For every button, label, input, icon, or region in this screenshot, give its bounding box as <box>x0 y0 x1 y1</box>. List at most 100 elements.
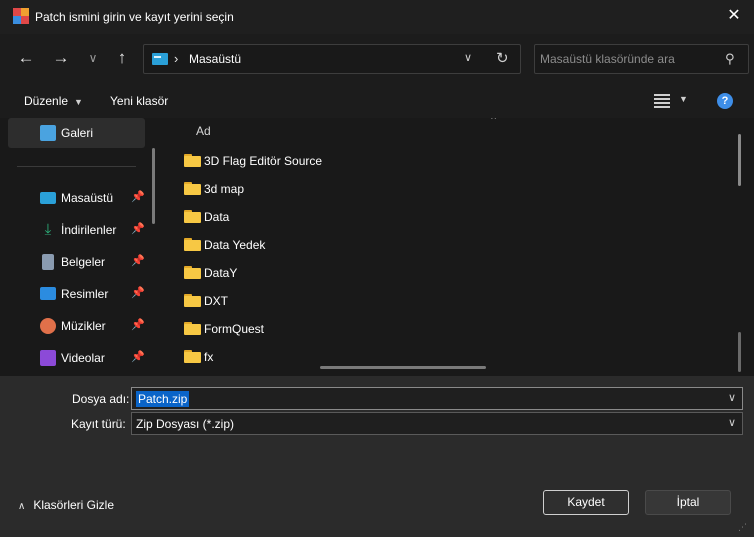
window-title: Patch ismini girin ve kayıt yerini seçin <box>35 10 234 24</box>
sidebar-item-label: Resimler <box>61 287 109 301</box>
sort-ascending-icon: ⌃ <box>489 118 499 127</box>
sidebar-scrollbar[interactable] <box>152 148 155 224</box>
save-form: Dosya adı: Patch.zip ∨ Kayıt türü: Zip D… <box>0 376 754 537</box>
breadcrumb-separator: › <box>174 51 179 66</box>
file-name: 3d map <box>204 182 245 196</box>
hide-folders-button[interactable]: ∧ Klasörleri Gizle <box>18 498 114 512</box>
save-button[interactable]: Kaydet <box>543 490 629 515</box>
list-item[interactable]: DXT <box>184 288 484 314</box>
hide-folders-label: Klasörleri Gizle <box>33 498 115 512</box>
gallery-icon <box>40 125 56 141</box>
organize-label: Düzenle <box>24 94 69 108</box>
sidebar-item-music[interactable]: Müzikler 📌 <box>8 311 145 341</box>
pin-icon[interactable]: 📌 <box>131 222 145 235</box>
pictures-icon <box>40 287 56 300</box>
filename-field[interactable]: Patch.zip ∨ <box>131 387 743 410</box>
pin-icon[interactable]: 📌 <box>131 286 145 299</box>
sidebar-item-desktop[interactable]: Masaüstü 📌 <box>8 183 145 213</box>
folder-icon <box>184 210 201 223</box>
file-name: DataY <box>204 266 238 280</box>
download-icon: ⤓ <box>44 221 52 238</box>
file-type-label: Kayıt türü: <box>71 417 126 431</box>
sidebar-item-downloads[interactable]: ⤓ İndirilenler 📌 <box>8 215 145 245</box>
vertical-scrollbar-track[interactable] <box>738 332 741 372</box>
sidebar-item-label: Belgeler <box>61 255 106 269</box>
up-button[interactable]: ↑ <box>110 46 134 70</box>
file-name: DXT <box>204 294 228 308</box>
recent-locations-button[interactable]: ∨ <box>81 46 105 70</box>
search-input[interactable] <box>540 51 715 67</box>
chevron-up-icon: ∧ <box>18 501 26 512</box>
folder-icon <box>184 238 201 251</box>
divider <box>17 166 136 167</box>
view-options-icon[interactable] <box>654 94 670 108</box>
desktop-icon <box>40 192 56 204</box>
filename-label: Dosya adı: <box>72 392 130 406</box>
navigation-bar: ← → ∨ ↑ › Masaüstü ∨ ↻ ⚲ <box>0 34 754 84</box>
address-bar[interactable]: › Masaüstü ∨ ↻ <box>143 44 521 74</box>
file-name: fx <box>204 350 214 364</box>
folder-icon <box>184 182 201 195</box>
documents-icon <box>42 254 54 270</box>
resize-grip-icon[interactable]: ⋰ <box>738 522 747 533</box>
folder-icon <box>184 294 201 307</box>
app-icon <box>13 8 29 24</box>
list-item[interactable]: 3D Flag Editör Source <box>184 148 484 174</box>
organize-button[interactable]: Düzenle ▼ <box>24 94 83 108</box>
sidebar-item-documents[interactable]: Belgeler 📌 <box>8 247 145 277</box>
breadcrumb-location[interactable]: Masaüstü <box>189 52 241 66</box>
list-item[interactable]: DataY <box>184 260 484 286</box>
file-type-select[interactable]: Zip Dosyası (*.zip) ∨ <box>131 412 743 435</box>
file-list: Ad ⌃ 3D Flag Editör Source 3d map Data D… <box>164 118 754 376</box>
file-name: 3D Flag Editör Source <box>204 154 323 168</box>
filename-value[interactable]: Patch.zip <box>136 391 190 407</box>
sidebar-item-videos[interactable]: Videolar 📌 <box>8 343 145 373</box>
search-box[interactable]: ⚲ <box>534 44 749 74</box>
caret-down-icon: ▼ <box>74 97 83 107</box>
list-item[interactable]: Data Yedek <box>184 232 484 258</box>
videos-icon <box>40 350 56 366</box>
sidebar-item-label: Masaüstü <box>61 191 114 205</box>
desktop-icon <box>152 53 168 65</box>
pin-icon[interactable]: 📌 <box>131 318 145 331</box>
pin-icon[interactable]: 📌 <box>131 190 145 203</box>
search-icon[interactable]: ⚲ <box>725 51 735 67</box>
pin-icon[interactable]: 📌 <box>131 350 145 363</box>
file-name: Data Yedek <box>204 238 266 252</box>
sidebar-item-gallery[interactable]: Galeri <box>8 118 145 148</box>
refresh-icon[interactable]: ↻ <box>496 49 509 67</box>
list-item[interactable]: Data <box>184 204 484 230</box>
column-header-name[interactable]: Ad <box>196 124 211 138</box>
sidebar-item-label: Videolar <box>61 351 105 365</box>
close-icon[interactable]: ✕ <box>722 4 746 28</box>
file-name: FormQuest <box>204 322 265 336</box>
list-item[interactable]: FormQuest <box>184 316 484 342</box>
folder-icon <box>184 322 201 335</box>
caret-down-icon[interactable]: ▼ <box>679 94 688 104</box>
sidebar-item-label: Galeri <box>61 126 94 140</box>
new-folder-button[interactable]: Yeni klasör <box>110 94 168 108</box>
file-name: Data <box>204 210 230 224</box>
chevron-down-icon[interactable]: ∨ <box>728 391 736 404</box>
folder-icon <box>184 266 201 279</box>
folder-icon <box>184 154 201 167</box>
chevron-down-icon[interactable]: ∨ <box>464 51 472 64</box>
help-icon[interactable]: ? <box>717 93 733 109</box>
sidebar-item-label: Müzikler <box>61 319 106 333</box>
forward-button[interactable]: → <box>49 46 73 70</box>
back-button[interactable]: ← <box>14 46 38 70</box>
horizontal-scrollbar[interactable] <box>320 366 486 369</box>
title-bar: Patch ismini girin ve kayıt yerini seçin… <box>0 0 754 34</box>
cancel-button[interactable]: İptal <box>645 490 731 515</box>
list-item[interactable]: 3d map <box>184 176 484 202</box>
sidebar-item-label: İndirilenler <box>61 223 117 237</box>
navigation-pane: Galeri Masaüstü 📌 ⤓ İndirilenler 📌 Belge… <box>0 118 164 376</box>
command-toolbar: Düzenle ▼ Yeni klasör ▼ <box>0 84 754 118</box>
pin-icon[interactable]: 📌 <box>131 254 145 267</box>
sidebar-item-pictures[interactable]: Resimler 📌 <box>8 279 145 309</box>
chevron-down-icon[interactable]: ∨ <box>728 416 736 429</box>
folder-icon <box>184 350 201 363</box>
file-type-value: Zip Dosyası (*.zip) <box>136 417 235 431</box>
vertical-scrollbar[interactable] <box>738 134 741 186</box>
music-icon <box>40 318 56 334</box>
